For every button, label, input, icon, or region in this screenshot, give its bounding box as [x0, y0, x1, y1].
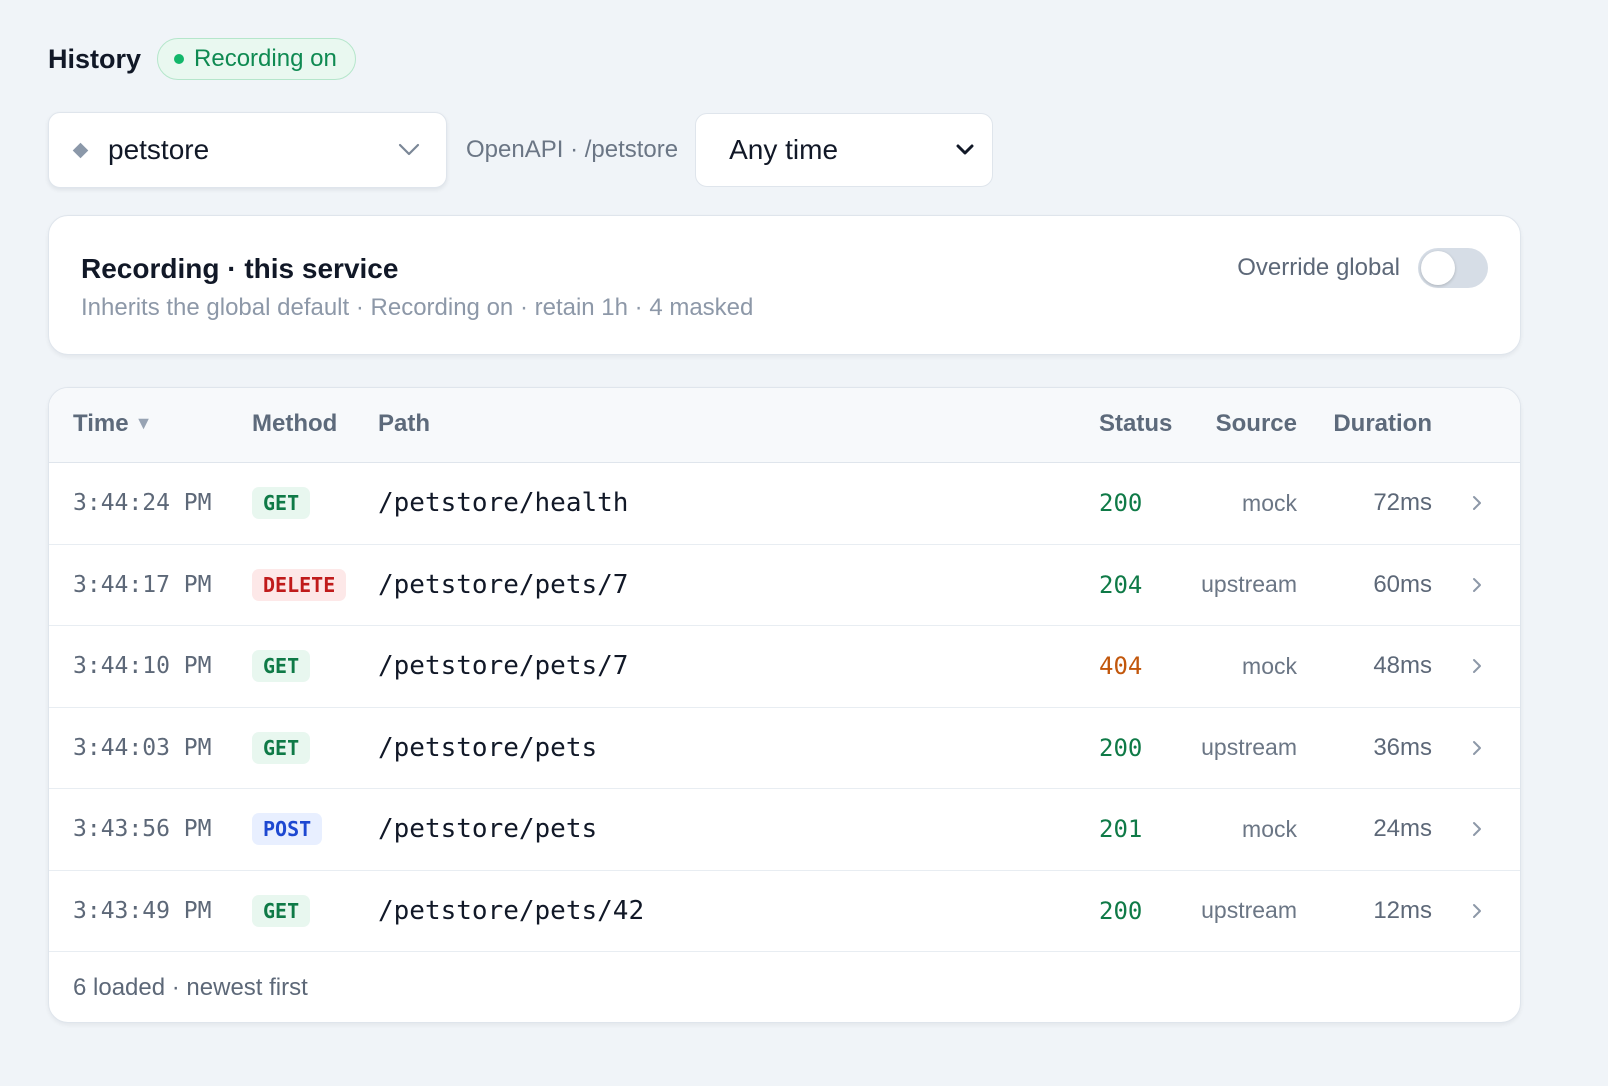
request-duration: 36ms — [1373, 733, 1432, 761]
request-duration: 12ms — [1373, 896, 1432, 924]
chevron-right-icon[interactable] — [1472, 789, 1482, 870]
time-range-select[interactable]: Any time — [695, 113, 994, 187]
chevron-right-icon[interactable] — [1472, 708, 1482, 789]
request-duration: 72ms — [1373, 489, 1432, 517]
recording-dot-icon — [174, 54, 185, 64]
request-time: 3:44:10 PM — [73, 653, 212, 680]
recording-status-badge: Recording on — [157, 38, 356, 80]
time-range-value: Any time — [729, 134, 839, 165]
request-time: 3:44:17 PM — [73, 571, 212, 598]
method-badge: DELETE — [252, 568, 347, 601]
method-badge: GET — [252, 650, 311, 683]
column-header-path: Path — [378, 410, 431, 437]
table-row[interactable]: 3:43:56 PM POST /petstore/pets 201 mock … — [49, 789, 1520, 871]
column-header-status: Status — [1099, 410, 1173, 437]
service-meta: OpenAPI · /petstore — [466, 136, 679, 163]
method-cell: DELETE — [252, 545, 347, 626]
table-row[interactable]: 3:44:03 PM GET /petstore/pets 200 upstre… — [49, 708, 1520, 789]
toggle-knob — [1421, 251, 1455, 285]
recording-settings-card: Recording · this service Inherits the gl… — [48, 215, 1521, 355]
service-select-value: petstore — [108, 134, 210, 165]
request-source: mock — [1242, 489, 1297, 516]
column-header-source: Source — [1215, 410, 1297, 437]
chevron-right-icon[interactable] — [1472, 871, 1482, 952]
chevron-right-icon[interactable] — [1472, 626, 1482, 707]
request-duration: 24ms — [1373, 815, 1432, 843]
status-code: 200 — [1099, 896, 1143, 925]
request-path: /petstore/pets — [378, 732, 598, 763]
table-header: Time ▼ Method Path Status Source Duration — [49, 388, 1520, 463]
method-cell: GET — [252, 626, 311, 707]
method-cell: POST — [252, 789, 323, 870]
chevron-down-icon — [398, 143, 420, 157]
recording-card-title: Recording · this service — [81, 253, 399, 284]
table-footer: 6 loaded · newest first — [73, 974, 308, 1001]
table-row[interactable]: 3:43:49 PM GET /petstore/pets/42 200 ups… — [49, 871, 1520, 952]
override-global-toggle[interactable] — [1418, 248, 1488, 288]
method-cell: GET — [252, 463, 311, 544]
request-path: /petstore/pets — [378, 814, 598, 845]
table-row[interactable]: 3:44:24 PM GET /petstore/health 200 mock… — [49, 463, 1520, 545]
sort-desc-icon[interactable]: ▼ — [135, 413, 153, 433]
request-source: mock — [1242, 815, 1297, 842]
request-path: /petstore/pets/42 — [378, 895, 645, 926]
request-duration: 48ms — [1373, 652, 1432, 680]
method-cell: GET — [252, 708, 311, 789]
request-time: 3:43:56 PM — [73, 816, 212, 843]
chevron-right-icon[interactable] — [1472, 463, 1482, 544]
recording-card-subtitle: Inherits the global default · Recording … — [81, 294, 754, 321]
page-title: History — [48, 43, 142, 74]
service-select[interactable]: petstore — [48, 112, 447, 188]
filter-controls: petstore OpenAPI · /petstore Any time — [48, 112, 994, 188]
diamond-icon — [72, 142, 89, 158]
request-path: /petstore/pets/7 — [378, 651, 629, 682]
column-header-time[interactable]: Time ▼ — [73, 410, 152, 438]
method-badge: GET — [252, 894, 311, 927]
column-header-time-label: Time — [73, 410, 129, 437]
table-row[interactable]: 3:44:17 PM DELETE /petstore/pets/7 204 u… — [49, 545, 1520, 626]
override-global-control: Override global — [1237, 248, 1488, 288]
column-header-duration: Duration — [1333, 410, 1432, 437]
status-code: 200 — [1099, 489, 1143, 518]
page-header: History Recording on — [48, 38, 356, 80]
request-time: 3:43:49 PM — [73, 897, 212, 924]
request-duration: 60ms — [1373, 570, 1432, 598]
status-code: 404 — [1099, 652, 1143, 681]
override-global-label: Override global — [1237, 254, 1400, 281]
request-source: upstream — [1201, 571, 1297, 598]
chevron-down-icon — [956, 144, 974, 156]
request-path: /petstore/health — [378, 488, 629, 519]
recording-status-label: Recording on — [194, 45, 337, 72]
request-source: upstream — [1201, 734, 1297, 761]
history-table: Time ▼ Method Path Status Source Duration… — [48, 387, 1521, 1023]
column-header-method: Method — [252, 410, 338, 437]
method-badge: POST — [252, 813, 323, 846]
method-cell: GET — [252, 871, 311, 952]
chevron-right-icon[interactable] — [1472, 545, 1482, 626]
status-code: 201 — [1099, 815, 1143, 844]
request-time: 3:44:24 PM — [73, 490, 212, 517]
method-badge: GET — [252, 731, 311, 764]
status-code: 200 — [1099, 733, 1143, 762]
request-source: mock — [1242, 652, 1297, 679]
request-time: 3:44:03 PM — [73, 734, 212, 761]
status-code: 204 — [1099, 570, 1143, 599]
request-source: upstream — [1201, 897, 1297, 924]
request-path: /petstore/pets/7 — [378, 569, 629, 600]
table-row[interactable]: 3:44:10 PM GET /petstore/pets/7 404 mock… — [49, 626, 1520, 708]
method-badge: GET — [252, 487, 311, 520]
